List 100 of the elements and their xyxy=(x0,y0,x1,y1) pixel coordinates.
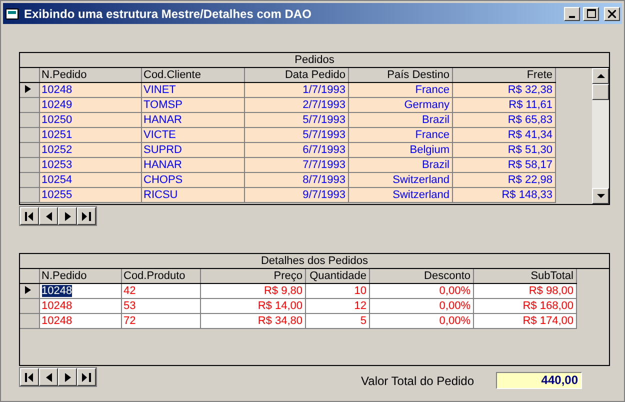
table-cell: R$ 22,98 xyxy=(452,172,555,187)
row-selector[interactable] xyxy=(20,82,39,97)
table-cell: 6/7/1993 xyxy=(244,142,348,157)
table-cell: 10249 xyxy=(39,97,141,112)
data-grid[interactable]: Detalhes dos Pedidos N.Pedido Cod.Produto Preço Quantidade Desconto SubTotal 10248 42 R$ 9,80 10 0,00% R$ 98,00 10248 53 R$ 14,00 12 0,00% R$ 168,00 10248 72 R$ 34,80 5 0,00% R$ 174,00 xyxy=(19,253,610,366)
column-header[interactable]: Quantidade xyxy=(305,269,369,283)
table-cell: RICSU xyxy=(141,187,244,202)
app-icon xyxy=(5,6,21,20)
table-cell: 0,00% xyxy=(369,283,473,298)
column-header[interactable]: Cod.Cliente xyxy=(141,68,244,82)
table-cell: R$ 174,00 xyxy=(473,313,576,328)
table-cell: R$ 9,80 xyxy=(200,283,305,298)
table-cell: France xyxy=(348,127,452,142)
table-cell: 10255 xyxy=(39,187,141,202)
current-row-icon xyxy=(24,84,32,92)
table-cell: 1/7/1993 xyxy=(244,82,348,97)
record-navigator[interactable] xyxy=(19,367,97,387)
first-record-button[interactable] xyxy=(20,368,39,386)
table-cell: 10248 xyxy=(39,283,121,298)
minimize-icon xyxy=(569,16,575,18)
table-cell: R$ 14,00 xyxy=(200,298,305,313)
table-cell: 2/7/1993 xyxy=(244,97,348,112)
table-cell: 0,00% xyxy=(369,298,473,313)
total-label: Valor Total do Pedido xyxy=(361,374,474,388)
record-navigator[interactable] xyxy=(19,206,97,226)
table-cell: 10254 xyxy=(39,172,141,187)
table-cell: VICTE xyxy=(141,127,244,142)
last-icon xyxy=(82,372,91,382)
grid-caption: Detalhes dos Pedidos xyxy=(20,254,609,269)
next-record-button[interactable] xyxy=(58,207,77,225)
column-header[interactable]: País Destino xyxy=(348,68,452,82)
previous-record-button[interactable] xyxy=(39,207,58,225)
table-cell: R$ 11,61 xyxy=(452,97,555,112)
minimize-button[interactable] xyxy=(564,6,580,20)
maximize-button[interactable] xyxy=(583,6,599,20)
column-header[interactable]: SubTotal xyxy=(473,269,576,283)
table-cell: Brazil xyxy=(348,112,452,127)
table-cell: CHOPS xyxy=(141,172,244,187)
scroll-up-button[interactable] xyxy=(592,68,609,84)
table-cell: 10250 xyxy=(39,112,141,127)
window-title: Exibindo uma estrutura Mestre/Detalhes com DAO xyxy=(24,6,312,20)
table-cell: 10248 xyxy=(39,313,121,328)
table-cell: 42 xyxy=(121,283,200,298)
grid-caption: Pedidos xyxy=(20,53,609,68)
table-cell: 12 xyxy=(305,298,369,313)
table-cell: 5/7/1993 xyxy=(244,112,348,127)
table-cell: VINET xyxy=(141,82,244,97)
row-selector[interactable] xyxy=(20,283,39,298)
table-cell: R$ 98,00 xyxy=(473,283,576,298)
table-cell: 10253 xyxy=(39,157,141,172)
close-icon xyxy=(608,10,616,18)
scroll-thumb[interactable] xyxy=(592,84,609,100)
current-row-icon xyxy=(24,286,32,294)
previous-record-button[interactable] xyxy=(39,368,58,386)
next-record-button[interactable] xyxy=(58,368,77,386)
table-cell: 5 xyxy=(305,313,369,328)
table-cell: R$ 32,38 xyxy=(452,82,555,97)
table-cell: 5/7/1993 xyxy=(244,127,348,142)
vertical-scrollbar[interactable] xyxy=(592,68,609,204)
total-field[interactable]: 440,00 xyxy=(496,372,582,389)
table-cell: R$ 41,34 xyxy=(452,127,555,142)
table-cell: HANAR xyxy=(141,157,244,172)
column-header[interactable]: Data Pedido xyxy=(244,68,348,82)
first-record-button[interactable] xyxy=(20,207,39,225)
table-cell: HANAR xyxy=(141,112,244,127)
table-cell: 53 xyxy=(121,298,200,313)
table-cell: France xyxy=(348,82,452,97)
first-icon xyxy=(25,212,34,220)
right-arrow-icon xyxy=(64,212,70,220)
last-icon xyxy=(82,212,91,220)
close-button[interactable] xyxy=(604,6,620,20)
last-record-button[interactable] xyxy=(77,368,96,386)
table-cell: 9/7/1993 xyxy=(244,187,348,202)
table-cell: TOMSP xyxy=(141,97,244,112)
column-header[interactable]: N.Pedido xyxy=(39,269,121,283)
table-cell: 10 xyxy=(305,283,369,298)
last-record-button[interactable] xyxy=(77,207,96,225)
column-header[interactable]: Preço xyxy=(200,269,305,283)
up-arrow-icon xyxy=(596,72,604,80)
table-cell: SUPRD xyxy=(141,142,244,157)
first-icon xyxy=(25,372,34,382)
column-header[interactable]: Frete xyxy=(452,68,555,82)
table-cell: Switzerland xyxy=(348,187,452,202)
maximize-icon xyxy=(586,9,596,18)
table-cell: 7/7/1993 xyxy=(244,157,348,172)
table-cell: 0,00% xyxy=(369,313,473,328)
table-cell: 72 xyxy=(121,313,200,328)
table-cell: R$ 148,33 xyxy=(452,187,555,202)
column-header[interactable]: Desconto xyxy=(369,269,473,283)
scroll-down-button[interactable] xyxy=(592,188,609,204)
down-arrow-icon xyxy=(596,192,604,200)
table-cell: Germany xyxy=(348,97,452,112)
column-header[interactable]: N.Pedido xyxy=(39,68,141,82)
table-cell: 10248 xyxy=(39,298,121,313)
data-grid[interactable] xyxy=(19,52,610,205)
table-cell: 8/7/1993 xyxy=(244,172,348,187)
column-header[interactable]: Cod.Produto xyxy=(121,269,200,283)
table-cell: Belgium xyxy=(348,142,452,157)
table-cell: 10248 xyxy=(39,82,141,97)
left-arrow-icon xyxy=(46,372,52,382)
